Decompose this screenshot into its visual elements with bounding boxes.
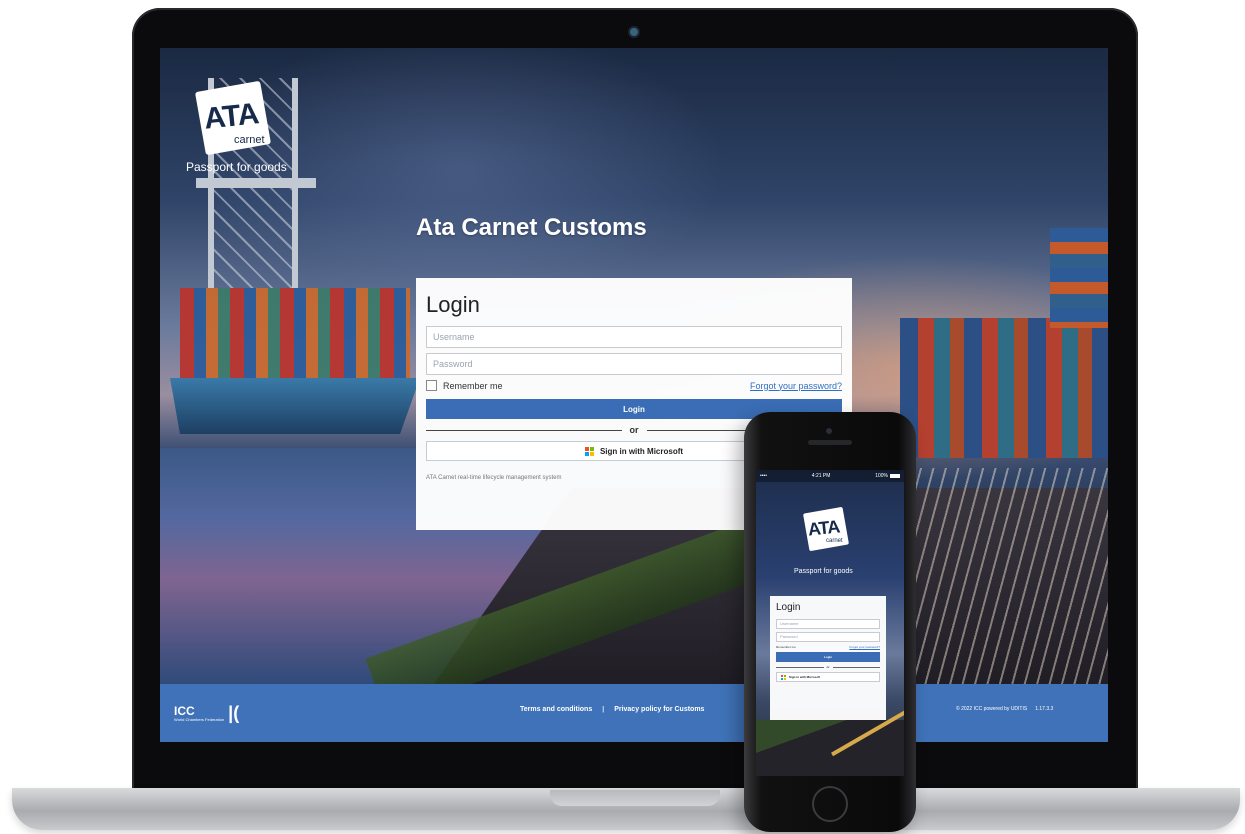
terms-link[interactable]: Terms and conditions <box>520 706 592 713</box>
device-mockup: ATA carnet Passport for goods Ata Carnet… <box>0 0 1245 834</box>
phone-login-heading: Login <box>776 602 801 613</box>
remember-me[interactable]: Remember me <box>426 380 503 391</box>
phone-password-input[interactable]: Password <box>776 632 880 642</box>
page-title: Ata Carnet Customs <box>416 214 647 241</box>
background-ship-containers <box>180 288 410 378</box>
phone-or-divider: or <box>776 665 880 669</box>
icc-logo-text: ICC <box>174 703 195 718</box>
password-input[interactable] <box>426 353 842 375</box>
footer-bar: ICC World Chambers Federation |( Terms a… <box>160 684 1108 742</box>
phone-remember-me[interactable]: Remember me <box>776 645 796 649</box>
phone-time: 4:21 PM <box>811 473 831 479</box>
footer-separator: | <box>602 706 605 713</box>
phone-microsoft-signin-label: Sign in with Microsoft <box>789 675 821 679</box>
background-ship-hull <box>170 378 420 434</box>
footer-links: Terms and conditions | Privacy policy fo… <box>520 706 704 713</box>
remember-row: Remember me Forgot your password? <box>426 380 842 391</box>
phone-divider-line-left <box>776 666 824 668</box>
logo-ata-text: ATA <box>202 97 260 136</box>
phone-logo-ata-text: ATA <box>806 516 841 540</box>
phone-camera <box>826 428 832 434</box>
phone-home-button[interactable] <box>812 786 848 822</box>
phone-or-text: or <box>826 665 830 669</box>
microsoft-signin-label: Sign in with Microsoft <box>599 446 684 456</box>
icc-logo-subtext: World Chambers Federation <box>174 716 225 722</box>
ata-carnet-logo: ATA carnet <box>190 78 274 158</box>
laptop-screen: ATA carnet Passport for goods Ata Carnet… <box>160 48 1108 742</box>
or-text: or <box>629 425 639 435</box>
laptop-notch <box>550 790 720 806</box>
footer-meta: © 2022 ICC powered by UDITIS 1.17.3.3 <box>956 706 1053 712</box>
icc-mark-icon: |( <box>228 702 240 723</box>
phone-device: •••• 4:21 PM 100% ATA carnet Passport fo… <box>744 412 916 832</box>
laptop-camera <box>630 28 638 36</box>
phone-microsoft-logo-icon <box>781 674 786 680</box>
phone-login-button[interactable]: Login <box>776 652 880 662</box>
remember-me-label: Remember me <box>443 380 503 391</box>
background-crane-arm <box>196 178 316 188</box>
phone-microsoft-signin-button[interactable]: Sign in with Microsoft <box>776 672 880 682</box>
phone-remember-row: Remember me Forgot your password? <box>776 645 880 649</box>
privacy-link[interactable]: Privacy policy for Customs <box>614 706 704 713</box>
phone-ata-carnet-logo: ATA carnet <box>802 506 852 552</box>
phone-status-bar: •••• 4:21 PM 100% <box>756 470 904 482</box>
phone-login-card: Login Username Password Remember me Forg… <box>770 596 886 722</box>
phone-screen: •••• 4:21 PM 100% ATA carnet Passport fo… <box>756 470 904 776</box>
phone-speaker <box>808 440 852 445</box>
phone-divider-line-right <box>832 666 880 668</box>
forgot-password-link[interactable]: Forgot your password? <box>750 381 842 391</box>
phone-username-input[interactable]: Username <box>776 619 880 629</box>
phone-forgot-password-link[interactable]: Forgot your password? <box>849 645 880 649</box>
login-heading: Login <box>426 292 480 317</box>
background-containers-right <box>900 318 1108 458</box>
phone-logo-carnet-text: carnet <box>826 538 843 544</box>
phone-background-road <box>756 720 904 776</box>
icc-logo: ICC World Chambers Federation |( <box>174 703 239 724</box>
username-input[interactable] <box>426 326 842 348</box>
microsoft-logo-icon <box>584 446 594 456</box>
phone-signal: •••• <box>760 473 768 479</box>
copyright-text: © 2022 ICC powered by UDITIS <box>956 706 1028 712</box>
battery-icon <box>890 473 900 478</box>
checkbox-icon[interactable] <box>426 380 437 391</box>
background-containers-stack <box>1050 228 1108 328</box>
phone-battery-text: 100% <box>875 473 888 479</box>
phone-tagline: Passport for goods <box>794 568 853 575</box>
phone-battery: 100% <box>875 473 900 479</box>
divider-line-left <box>426 429 622 431</box>
version-text: 1.17.3.3 <box>1035 706 1054 712</box>
logo-carnet-text: carnet <box>234 134 265 146</box>
brand-tagline: Passport for goods <box>186 160 287 174</box>
